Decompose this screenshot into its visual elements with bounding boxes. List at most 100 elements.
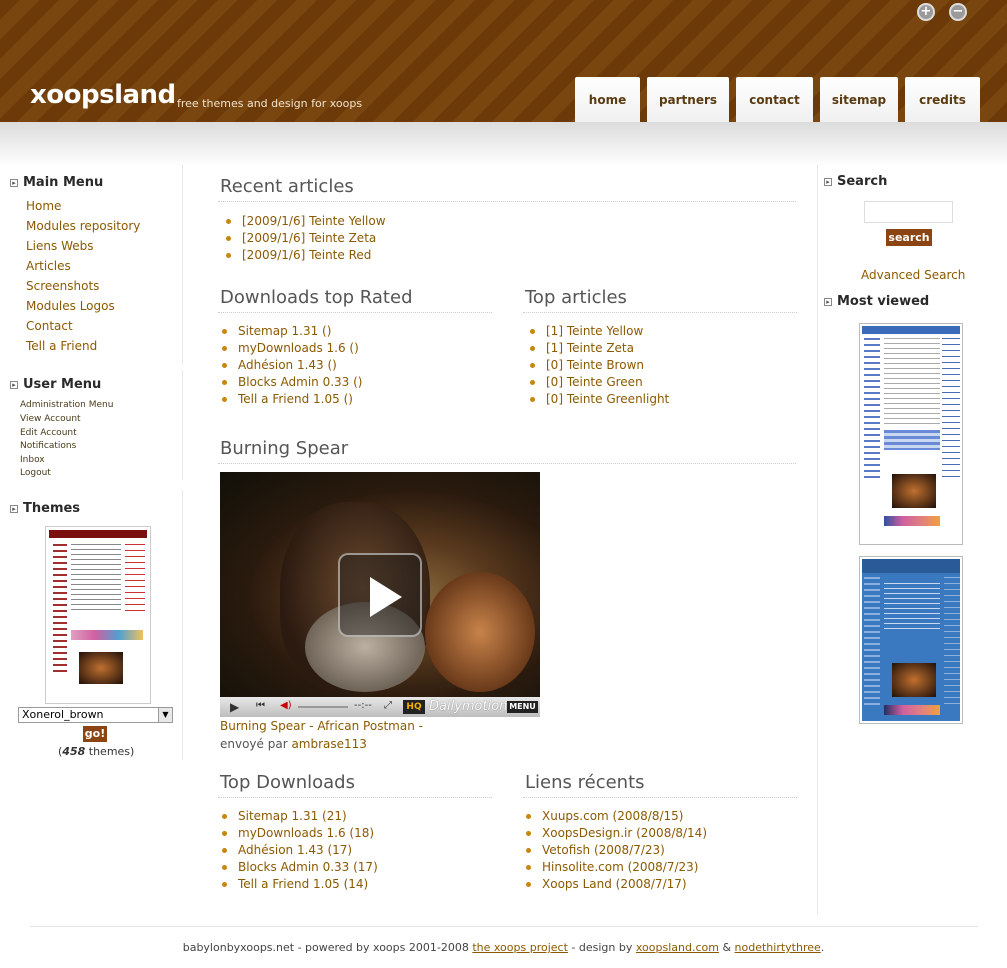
list-item[interactable]: [2009/1/6] Teinte Red xyxy=(220,248,386,265)
recent-articles-list: [2009/1/6] Teinte Yellow [2009/1/6] Tein… xyxy=(220,214,386,265)
theme-select[interactable]: Xonerol_brown ▼ xyxy=(18,707,173,723)
search-button[interactable]: search xyxy=(886,229,932,246)
main-menu-item-articles[interactable]: Articles xyxy=(26,259,71,273)
thumb-video xyxy=(892,474,936,508)
tab-credits[interactable]: credits xyxy=(905,77,980,122)
most-viewed-title: ▸ Most viewed xyxy=(824,294,929,309)
thumb-right xyxy=(944,577,960,707)
skip-back-icon[interactable]: ⏮ xyxy=(256,700,265,711)
play-icon[interactable] xyxy=(338,553,422,637)
main-menu-item-liens-webs[interactable]: Liens Webs xyxy=(26,239,94,253)
header-shadow-band xyxy=(0,122,1007,167)
thumb-right xyxy=(942,338,960,478)
list-item[interactable]: [1] Teinte Zeta xyxy=(524,341,669,358)
footer-link-nodethirtythree[interactable]: nodethirtythree xyxy=(735,941,821,954)
main-menu-item-home[interactable]: Home xyxy=(26,199,61,213)
thumb-video xyxy=(79,652,123,684)
main-menu-item-modules-repository[interactable]: Modules repository xyxy=(26,219,140,233)
tab-sitemap[interactable]: sitemap xyxy=(820,77,898,122)
section-divider xyxy=(218,312,492,313)
left-column-divider xyxy=(182,370,183,480)
recent-articles-title: Recent articles xyxy=(220,176,354,197)
list-item[interactable]: Blocks Admin 0.33 () xyxy=(216,375,362,392)
list-item[interactable]: [0] Teinte Brown xyxy=(524,358,669,375)
user-menu-item-administration[interactable]: Administration Menu xyxy=(20,400,113,410)
most-viewed-thumbnail-1[interactable] xyxy=(859,323,963,545)
theme-go-button[interactable]: go! xyxy=(83,726,107,742)
zoom-in-icon[interactable]: + xyxy=(917,3,935,21)
downloads-top-rated-title: Downloads top Rated xyxy=(220,287,413,308)
list-item[interactable]: Xuups.com (2008/8/15) xyxy=(520,809,707,826)
main-menu-item-tell-a-friend[interactable]: Tell a Friend xyxy=(26,339,97,353)
site-logo[interactable]: xoopsland xyxy=(30,80,176,110)
volume-icon[interactable]: ◀) xyxy=(280,700,292,711)
footer-link-xoops-project[interactable]: the xoops project xyxy=(472,941,568,954)
list-item[interactable]: [0] Teinte Greenlight xyxy=(524,392,669,409)
tab-contact[interactable]: contact xyxy=(736,77,813,122)
user-menu-item-notifications[interactable]: Notifications xyxy=(20,441,76,451)
video-player[interactable]: ▶ ⏮ ◀) --:-- ⤢ HQ Dailymotion MENU xyxy=(220,472,540,717)
top-downloads-title: Top Downloads xyxy=(220,772,355,793)
list-item[interactable]: [2009/1/6] Teinte Zeta xyxy=(220,231,386,248)
video-title: Burning Spear xyxy=(220,438,349,459)
list-item[interactable]: Hinsolite.com (2008/7/23) xyxy=(520,860,707,877)
thumb-strip xyxy=(71,630,143,640)
themes-title: ▸ Themes xyxy=(10,501,80,516)
list-item[interactable]: XoopsDesign.ir (2008/8/14) xyxy=(520,826,707,843)
search-input[interactable] xyxy=(864,201,953,223)
list-item[interactable]: Xoops Land (2008/7/17) xyxy=(520,877,707,894)
list-item[interactable]: myDownloads 1.6 () xyxy=(216,341,362,358)
play-small-icon[interactable]: ▶ xyxy=(230,700,239,714)
user-menu-item-edit-account[interactable]: Edit Account xyxy=(20,428,77,438)
video-menu-button[interactable]: MENU xyxy=(507,701,538,713)
main-menu-item-modules-logos[interactable]: Modules Logos xyxy=(26,299,115,313)
list-item[interactable]: Vetofish (2008/7/23) xyxy=(520,843,707,860)
hq-badge[interactable]: HQ xyxy=(403,700,425,714)
list-item[interactable]: Sitemap 1.31 (21) xyxy=(216,809,378,826)
video-author-link[interactable]: ambrase113 xyxy=(291,737,367,751)
liens-recents-title: Liens récents xyxy=(525,772,645,793)
thumb-sidebar xyxy=(864,338,880,478)
user-menu-item-logout[interactable]: Logout xyxy=(20,468,51,478)
dailymotion-logo[interactable]: Dailymotion xyxy=(429,699,507,714)
section-divider xyxy=(218,463,796,464)
user-menu-title: ▸ User Menu xyxy=(10,377,101,392)
tab-home[interactable]: home xyxy=(575,77,640,122)
advanced-search-link[interactable]: Advanced Search xyxy=(861,268,965,282)
list-item[interactable]: Adhésion 1.43 () xyxy=(216,358,362,375)
list-item[interactable]: myDownloads 1.6 (18) xyxy=(216,826,378,843)
video-caption-link[interactable]: Burning Spear - African Postman - xyxy=(220,719,423,733)
user-menu-item-inbox[interactable]: Inbox xyxy=(20,455,45,465)
themes-count: (458 themes) xyxy=(58,745,135,758)
fullscreen-icon[interactable]: ⤢ xyxy=(384,700,392,711)
thumb-right xyxy=(125,544,145,614)
main-menu-item-screenshots[interactable]: Screenshots xyxy=(26,279,99,293)
list-item[interactable]: Sitemap 1.31 () xyxy=(216,324,362,341)
block-bullet-icon: ▸ xyxy=(824,178,832,186)
tab-partners[interactable]: partners xyxy=(647,77,729,122)
thumb-content xyxy=(884,583,940,633)
chevron-down-icon[interactable]: ▼ xyxy=(158,708,172,722)
block-bullet-icon: ▸ xyxy=(10,381,18,389)
list-item[interactable]: Adhésion 1.43 (17) xyxy=(216,843,378,860)
thumb-video xyxy=(892,663,936,697)
list-item[interactable]: Tell a Friend 1.05 () xyxy=(216,392,362,409)
most-viewed-thumbnail-2[interactable] xyxy=(859,556,963,724)
user-menu-item-view-account[interactable]: View Account xyxy=(20,414,81,424)
list-item[interactable]: [1] Teinte Yellow xyxy=(524,324,669,341)
list-item[interactable]: [2009/1/6] Teinte Yellow xyxy=(220,214,386,231)
theme-preview-thumbnail[interactable] xyxy=(45,526,151,704)
list-item[interactable]: Blocks Admin 0.33 (17) xyxy=(216,860,378,877)
volume-slider[interactable] xyxy=(298,706,348,708)
zoom-out-icon[interactable]: − xyxy=(949,3,967,21)
site-footer: babylonbyxoops.net - powered by xoops 20… xyxy=(182,941,825,954)
list-item[interactable]: [0] Teinte Green xyxy=(524,375,669,392)
top-articles-list: [1] Teinte Yellow [1] Teinte Zeta [0] Te… xyxy=(524,324,669,409)
thumb-content xyxy=(71,544,121,614)
footer-link-xoopsland[interactable]: xoopsland.com xyxy=(636,941,719,954)
main-menu-item-contact[interactable]: Contact xyxy=(26,319,73,333)
left-column-divider xyxy=(182,165,183,365)
thumb-strip xyxy=(884,516,940,526)
list-item[interactable]: Tell a Friend 1.05 (14) xyxy=(216,877,378,894)
top-articles-title: Top articles xyxy=(525,287,627,308)
